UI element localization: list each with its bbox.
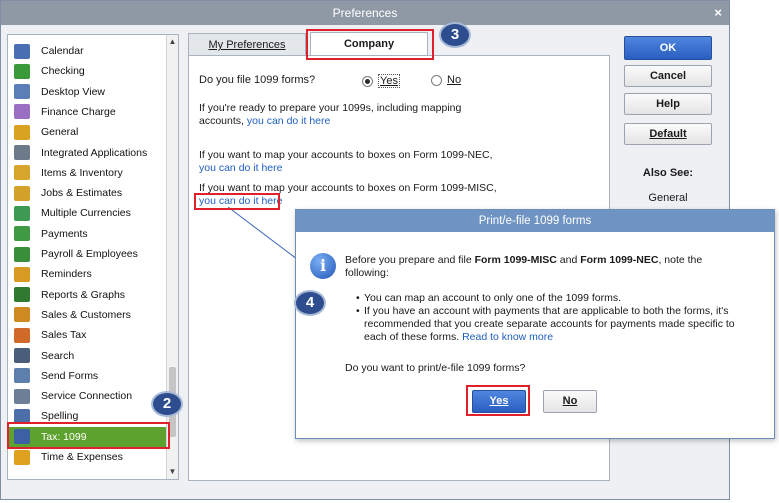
info-icon: i [310, 253, 336, 279]
bullet-item: • If you have an account with payments th… [356, 305, 756, 344]
intro-pre: Before you prepare and file [345, 254, 475, 266]
dialog-intro: Before you prepare and file Form 1099-MI… [345, 254, 745, 280]
dialog-title: Print/e-file 1099 forms [296, 210, 774, 232]
step-badge-2: 2 [151, 391, 183, 417]
dialog-no-button[interactable]: No [543, 390, 597, 413]
highlight-misc-link [194, 193, 280, 210]
bullet-text-1: You can map an account to only one of th… [364, 292, 622, 304]
dialog-bullets: • You can map an account to only one of t… [356, 292, 756, 344]
dialog-question: Do you want to print/e-file 1099 forms? [345, 362, 526, 374]
intro-and: and [556, 254, 581, 266]
highlight-dialog-yes [466, 385, 530, 416]
dialog-no-label: No [562, 395, 578, 407]
bullet-glyph: • [356, 292, 360, 304]
step-badge-3: 3 [439, 22, 471, 48]
form-misc-label: Form 1099-MISC [474, 254, 557, 266]
print-efile-1099-dialog: Print/e-file 1099 forms i Before you pre… [295, 209, 775, 439]
bullet-item: • You can map an account to only one of t… [356, 292, 756, 305]
form-nec-label: Form 1099-NEC [580, 254, 659, 266]
step-badge-4: 4 [294, 290, 326, 316]
read-more-link[interactable]: Read to know more [462, 331, 553, 343]
highlight-tax-1099 [7, 422, 170, 449]
bullet-glyph: • [356, 305, 360, 317]
highlight-company-tab [306, 29, 434, 60]
